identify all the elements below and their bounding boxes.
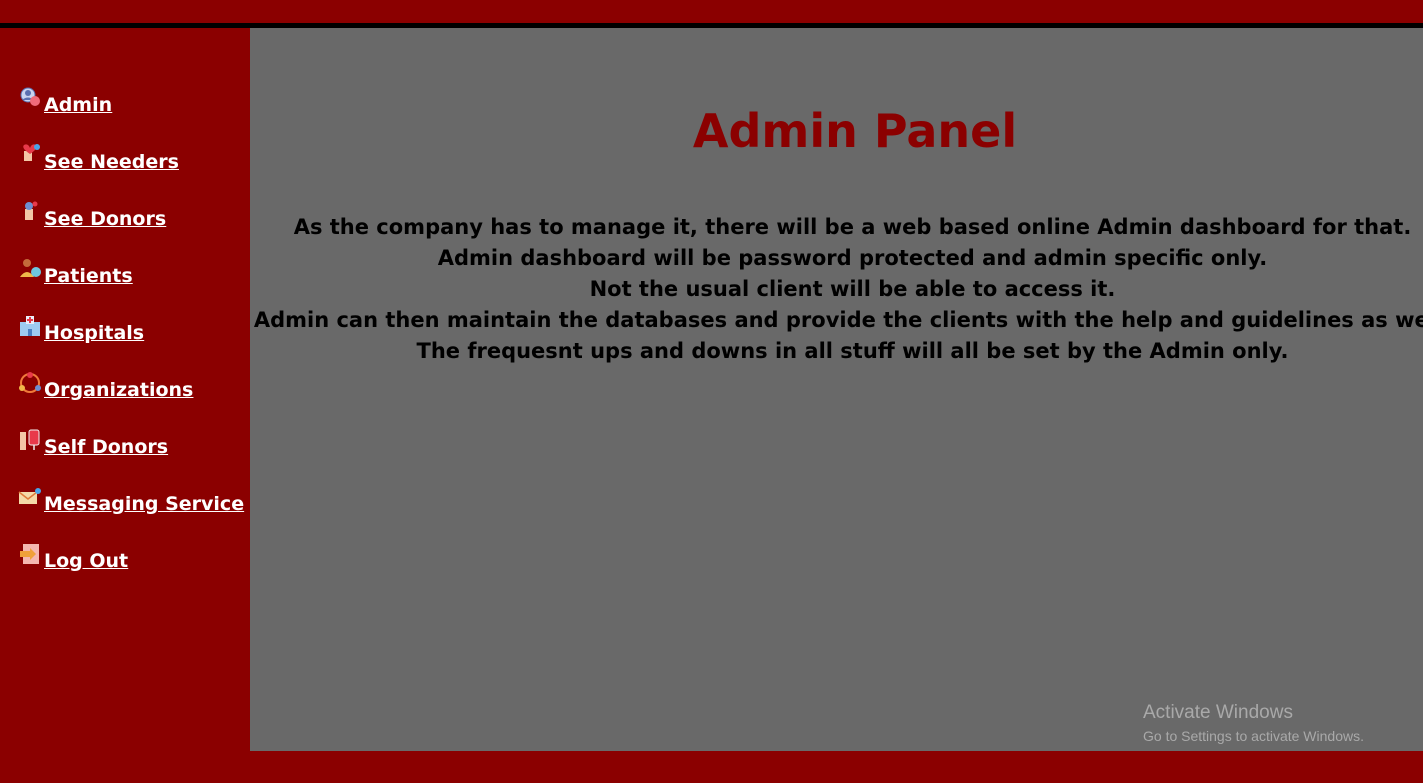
- needers-hand-icon: [18, 143, 42, 167]
- donors-hand-icon: [18, 200, 42, 224]
- description-line: The frequesnt ups and downs in all stuff…: [416, 339, 1289, 363]
- organizations-icon: [18, 371, 42, 395]
- blood-bag-icon: [18, 428, 42, 452]
- watermark-subtitle: Go to Settings to activate Windows.: [1143, 728, 1364, 744]
- description-line: Not the usual client will be able to acc…: [589, 277, 1116, 301]
- sidebar-item-hospitals[interactable]: Hospitals: [18, 316, 145, 344]
- sidebar-item-label: Patients: [44, 265, 133, 287]
- top-header-bar: [0, 0, 1423, 23]
- description-line: As the company has to manage it, there w…: [293, 215, 1412, 239]
- sidebar-item-see-needers[interactable]: See Needers: [18, 144, 179, 173]
- logout-icon: [18, 542, 42, 566]
- main-content: Admin Panel As the company has to manage…: [250, 28, 1423, 751]
- sidebar-item-see-donors[interactable]: See Donors: [18, 201, 167, 230]
- sidebar-item-log-out[interactable]: Log Out: [18, 544, 129, 572]
- sidebar: Admin See Needers See Donors Patients Ho…: [0, 28, 250, 783]
- description: As the company has to manage it, there w…: [250, 212, 1423, 367]
- sidebar-item-label: Admin: [44, 94, 113, 116]
- envelope-icon: [18, 485, 42, 509]
- description-line: Admin can then maintain the databases an…: [253, 308, 1423, 332]
- hospital-icon: [18, 314, 42, 338]
- sidebar-item-patients[interactable]: Patients: [18, 259, 133, 287]
- sidebar-item-label: Log Out: [44, 550, 129, 572]
- activate-windows-watermark: Activate Windows Go to Settings to activ…: [1143, 702, 1364, 744]
- sidebar-item-label: Organizations: [44, 379, 194, 401]
- footer-bar: [250, 751, 1423, 783]
- sidebar-item-organizations[interactable]: Organizations: [18, 372, 194, 401]
- description-line: Admin dashboard will be password protect…: [437, 246, 1268, 270]
- sidebar-item-label: See Needers: [44, 151, 179, 173]
- watermark-title: Activate Windows: [1143, 702, 1293, 723]
- sidebar-item-label: Self Donors: [44, 436, 169, 458]
- sidebar-item-label: Hospitals: [44, 322, 145, 344]
- admin-user-icon: [18, 86, 42, 110]
- sidebar-item-admin[interactable]: Admin: [18, 87, 113, 116]
- patients-icon: [18, 257, 42, 281]
- sidebar-item-messaging-service[interactable]: Messaging Service: [18, 488, 245, 515]
- sidebar-item-label: Messaging Service: [44, 493, 245, 515]
- page-title: Admin Panel: [692, 104, 1018, 158]
- sidebar-item-self-donors[interactable]: Self Donors: [18, 429, 169, 458]
- sidebar-item-label: See Donors: [44, 208, 167, 230]
